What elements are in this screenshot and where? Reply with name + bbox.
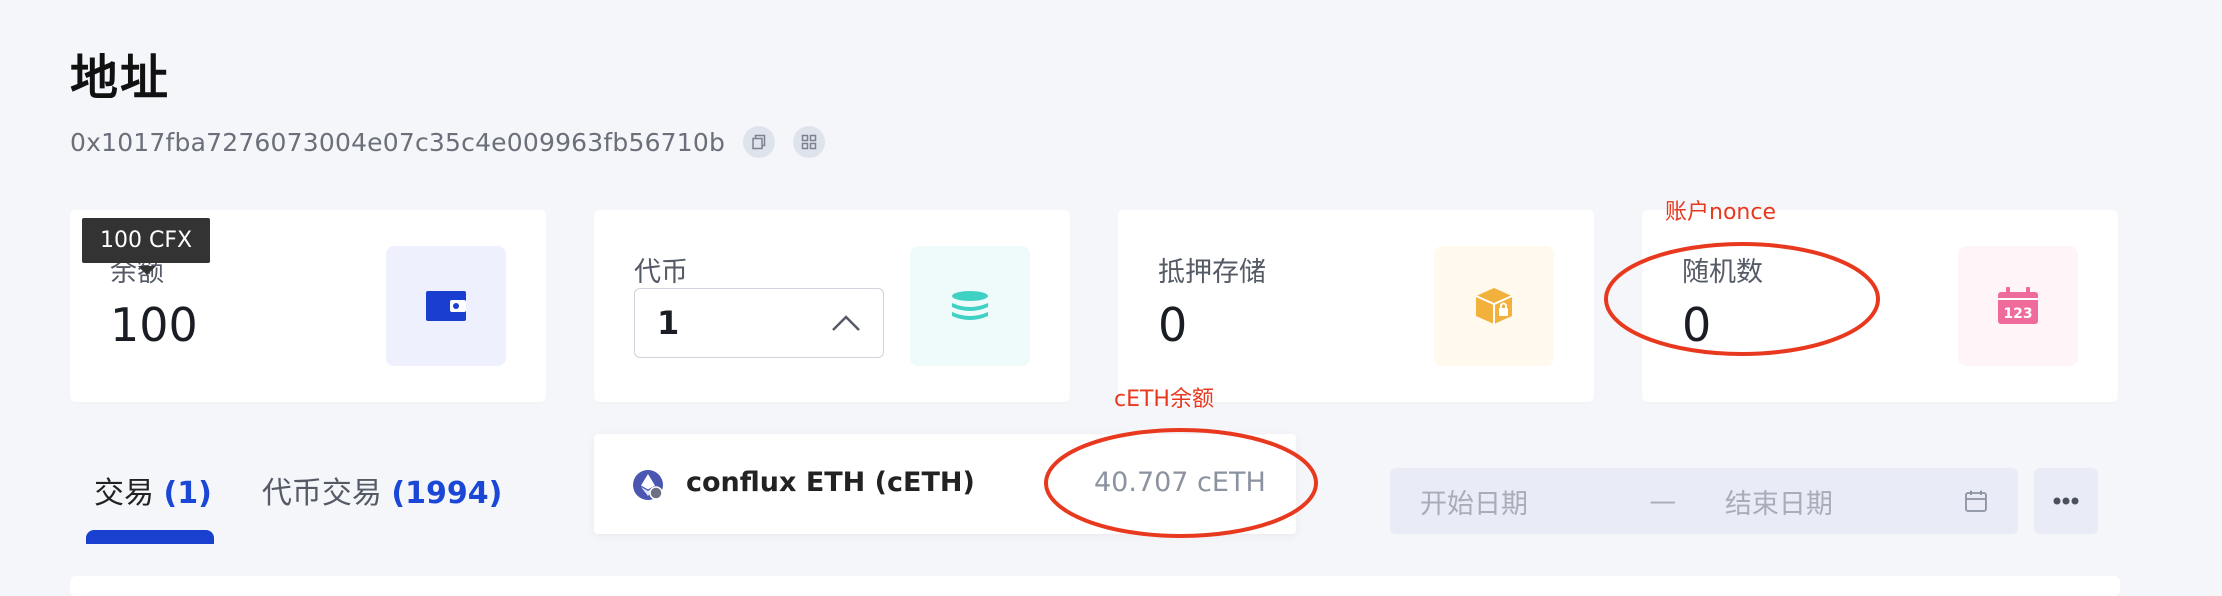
tab-transactions-count: (1) bbox=[163, 476, 212, 511]
tokens-card: 代币 1 bbox=[594, 210, 1070, 402]
tokens-label: 代币 bbox=[634, 257, 688, 288]
svg-text:123: 123 bbox=[2003, 306, 2032, 322]
wallet-icon bbox=[426, 291, 466, 321]
staking-card: 抵押存储 0 bbox=[1118, 210, 1594, 402]
tab-bar: 交易 (1) 代币交易 (1994) bbox=[94, 468, 552, 512]
more-dots-icon bbox=[2053, 497, 2079, 505]
ceth-annotation: cETH余额 bbox=[1114, 387, 1214, 412]
locked-box-icon bbox=[1475, 288, 1513, 324]
copy-address-button[interactable] bbox=[743, 126, 776, 158]
date-separator: — bbox=[1649, 485, 1677, 517]
table-card-top bbox=[70, 576, 2120, 596]
balance-tooltip: 100 CFX bbox=[82, 218, 211, 263]
wallet-icon-box bbox=[386, 246, 506, 366]
calendar-icon bbox=[1965, 490, 1987, 512]
staking-label: 抵押存储 bbox=[1158, 257, 1266, 288]
tooltip-arrow bbox=[138, 266, 156, 275]
address-text: 0x1017fba7276073004e07c35c4e009963fb5671… bbox=[70, 127, 726, 157]
copy-icon bbox=[752, 134, 766, 150]
ceth-annotation-ellipse bbox=[1044, 428, 1318, 538]
tokens-select[interactable]: 1 bbox=[634, 288, 884, 358]
coins-icon bbox=[952, 291, 988, 320]
date-range-picker[interactable]: 开始日期 — 结束日期 bbox=[1390, 468, 2018, 534]
box-icon-box bbox=[1434, 246, 1554, 366]
active-tab-indicator bbox=[86, 530, 214, 544]
more-options-button[interactable] bbox=[2034, 468, 2098, 534]
token-name: conflux ETH (cETH) bbox=[686, 467, 975, 498]
start-date-input[interactable]: 开始日期 bbox=[1420, 482, 1649, 521]
tab-token-transfers-label: 代币交易 bbox=[261, 476, 382, 511]
calendar-icon-box: 123 bbox=[1958, 246, 2078, 366]
nonce-annotation: 账户nonce bbox=[1665, 200, 1776, 225]
tab-transactions-label: 交易 bbox=[94, 476, 154, 511]
qrcode-icon bbox=[801, 134, 817, 150]
eth-token-icon bbox=[633, 470, 663, 500]
address-row: 0x1017fba7276073004e07c35c4e009963fb5671… bbox=[70, 126, 826, 158]
tab-token-transfers-count: (1994) bbox=[391, 476, 503, 511]
qrcode-button[interactable] bbox=[793, 126, 826, 158]
tab-token-transfers[interactable]: 代币交易 (1994) bbox=[262, 468, 502, 512]
nonce-annotation-ellipse bbox=[1604, 242, 1880, 356]
end-date-input[interactable]: 结束日期 bbox=[1725, 482, 1964, 521]
coins-icon-box bbox=[910, 246, 1030, 366]
staking-value: 0 bbox=[1158, 298, 1188, 352]
tab-transactions[interactable]: 交易 (1) bbox=[94, 468, 212, 512]
page-title: 地址 bbox=[70, 50, 171, 106]
balance-value[interactable]: 100 bbox=[110, 298, 198, 352]
chevron-up-icon bbox=[832, 315, 860, 331]
tokens-select-value: 1 bbox=[657, 304, 680, 342]
calendar-123-icon: 123 bbox=[1998, 287, 2038, 324]
